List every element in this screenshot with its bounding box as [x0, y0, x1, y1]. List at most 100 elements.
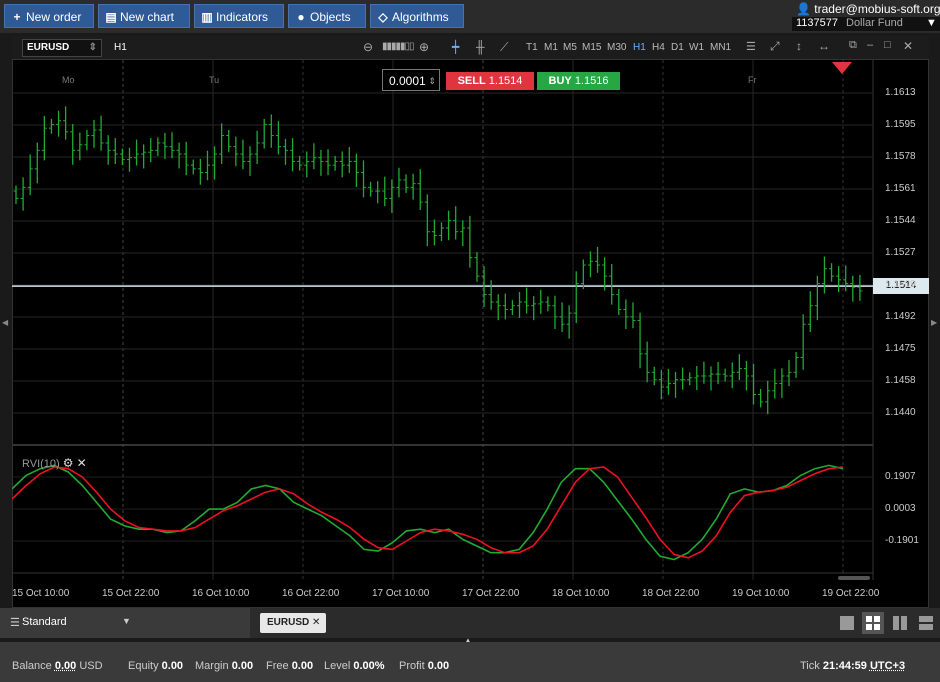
- account-id: 1137577: [796, 17, 839, 29]
- layout-grid-icon[interactable]: [862, 612, 884, 634]
- y-tick-label: 1.1458: [885, 375, 916, 386]
- zoom-out-icon[interactable]: ⊖: [363, 40, 373, 54]
- minimize-icon[interactable]: ‒: [867, 39, 873, 51]
- tf-t1[interactable]: T1: [526, 42, 538, 53]
- last-bar-marker-icon: [832, 62, 852, 74]
- tf-m30[interactable]: M30: [607, 42, 626, 53]
- equity: Equity 0.00: [128, 660, 184, 672]
- day-label: Fr: [748, 75, 757, 85]
- rvi-tick-label: 0.1907: [885, 471, 916, 482]
- x-tick-label: 16 Oct 10:00: [192, 588, 250, 599]
- layout-vertical-icon[interactable]: [893, 616, 907, 630]
- plus-icon: +: [13, 10, 21, 24]
- y-tick-label: 1.1509: [885, 279, 916, 290]
- stepper-icon: ⇕: [428, 76, 436, 86]
- collapse-left-icon[interactable]: ◀: [2, 318, 8, 327]
- level: Level 0.00%: [324, 660, 385, 672]
- rvi-signal-line: [12, 466, 844, 559]
- balance: Balance 0.00 USD: [12, 660, 103, 672]
- user-icon: 👤: [796, 2, 811, 16]
- timezone-selector[interactable]: UTC+3: [870, 660, 905, 672]
- chart-tab-eurusd[interactable]: EURUSD ✕: [260, 613, 326, 633]
- tf-w1[interactable]: W1: [689, 42, 704, 53]
- new-order-button[interactable]: + New order: [4, 4, 94, 28]
- algorithms-button[interactable]: ◇ Algorithms: [370, 4, 464, 28]
- margin: Margin 0.00: [195, 660, 254, 672]
- x-tick-label: 18 Oct 22:00: [642, 588, 700, 599]
- x-tick-label: 19 Oct 10:00: [732, 588, 790, 599]
- updown-icon: ⇕: [88, 42, 97, 53]
- x-tick-label: 19 Oct 22:00: [822, 588, 880, 599]
- objects-icon: ●: [297, 10, 305, 24]
- layout-selector[interactable]: ☰ Standard ▼: [0, 608, 250, 638]
- chart-header: H1 ⊖ ▮▮▮▮▮▯▯ ⊕ ┿ ╫ ⟋ T1 M1 M5 M15 M30 H1…: [12, 36, 929, 60]
- tf-h4[interactable]: H4: [652, 42, 665, 53]
- account-name: Dollar Fund: [846, 17, 903, 29]
- gear-icon[interactable]: ⚙: [63, 456, 74, 470]
- close-indicator-icon[interactable]: ✕: [77, 456, 87, 470]
- dropdown-icon: ▼: [926, 17, 937, 29]
- buy-button[interactable]: BUY 1.1516: [537, 72, 620, 90]
- zoom-slider[interactable]: ▮▮▮▮▮▯▯: [382, 41, 415, 52]
- y-tick-label: 1.1578: [885, 151, 916, 162]
- y-tick-label: 1.1440: [885, 407, 916, 418]
- tick-time: Tick 21:44:59 UTC+3: [800, 660, 906, 672]
- tf-m5[interactable]: M5: [563, 42, 577, 53]
- tf-m1[interactable]: M1: [544, 42, 558, 53]
- rvi-tick-label: -0.1901: [885, 535, 919, 546]
- y-tick-label: 1.1527: [885, 247, 916, 258]
- free: Free 0.00: [266, 660, 314, 672]
- collapse-right-icon[interactable]: ▶: [931, 318, 937, 327]
- maximize-icon[interactable]: □: [884, 39, 891, 51]
- indicators-button[interactable]: ▥ Indicators: [194, 4, 284, 28]
- sell-button[interactable]: SELL 1.1514: [446, 72, 534, 90]
- horizontal-scrollbar[interactable]: [838, 576, 870, 580]
- chevron-down-icon: ▼: [122, 616, 131, 626]
- close-tab-icon[interactable]: ✕: [312, 613, 320, 633]
- y-tick-label: 1.1492: [885, 311, 916, 322]
- x-tick-label: 15 Oct 22:00: [102, 588, 160, 599]
- y-tick-label: 1.1475: [885, 343, 916, 354]
- y-tick-label: 1.1595: [885, 119, 916, 130]
- chart-timeframe: H1: [114, 42, 127, 53]
- indicator-list-icon[interactable]: ☰: [746, 40, 756, 53]
- detach-icon[interactable]: ⧉: [849, 39, 857, 52]
- tf-mn1[interactable]: MN1: [710, 42, 731, 53]
- tf-m15[interactable]: M15: [582, 42, 601, 53]
- layout-single-icon[interactable]: [840, 616, 854, 630]
- indicator-label: RVI(10) ⚙ ✕: [22, 456, 87, 470]
- status-bar: Balance 0.00 USD Equity 0.00 Margin 0.00…: [0, 642, 940, 682]
- fit-icon[interactable]: ⤢: [770, 39, 780, 54]
- zoom-in-icon[interactable]: ⊕: [419, 40, 429, 54]
- quantity-input[interactable]: 0.0001 ⇕: [382, 69, 440, 91]
- close-icon[interactable]: ✕: [903, 39, 913, 53]
- chart-icon: ▤: [105, 10, 117, 24]
- account-selector[interactable]: 1137577 Dollar Fund ▼: [792, 17, 940, 31]
- rvi-line: [12, 464, 844, 561]
- tf-d1[interactable]: D1: [671, 42, 684, 53]
- y-tick-label: 1.1561: [885, 183, 916, 194]
- line-chart-icon[interactable]: ⟋: [500, 40, 508, 55]
- rvi-tick-label: 0.0003: [885, 503, 916, 514]
- tf-h1[interactable]: H1: [633, 42, 646, 53]
- x-tick-label: 17 Oct 10:00: [372, 588, 430, 599]
- y-tick-label: 1.1613: [885, 87, 916, 98]
- vertical-scale-icon[interactable]: ↕: [796, 39, 802, 53]
- symbol-selector[interactable]: EURUSD ⇕: [22, 39, 102, 57]
- bar-chart-icon[interactable]: ┿: [452, 40, 459, 54]
- x-tick-label: 18 Oct 10:00: [552, 588, 610, 599]
- x-tick-label: 15 Oct 10:00: [12, 588, 70, 599]
- user-email[interactable]: 👤 trader@mobius-soft.org: [796, 2, 940, 16]
- indicators-icon: ▥: [201, 10, 213, 24]
- profit: Profit 0.00: [399, 660, 450, 672]
- horizontal-scale-icon[interactable]: ↔: [818, 39, 830, 53]
- candle-chart-icon[interactable]: ╫: [476, 40, 485, 54]
- day-label: Mo: [62, 75, 75, 85]
- price-chart[interactable]: [12, 60, 929, 608]
- objects-button[interactable]: ● Objects: [288, 4, 366, 28]
- new-chart-button[interactable]: ▤ New chart: [98, 4, 190, 28]
- y-tick-label: 1.1544: [885, 215, 916, 226]
- layout-horizontal-icon[interactable]: [919, 616, 933, 630]
- day-label: Tu: [209, 75, 220, 85]
- menu-icon: ☰: [10, 617, 20, 629]
